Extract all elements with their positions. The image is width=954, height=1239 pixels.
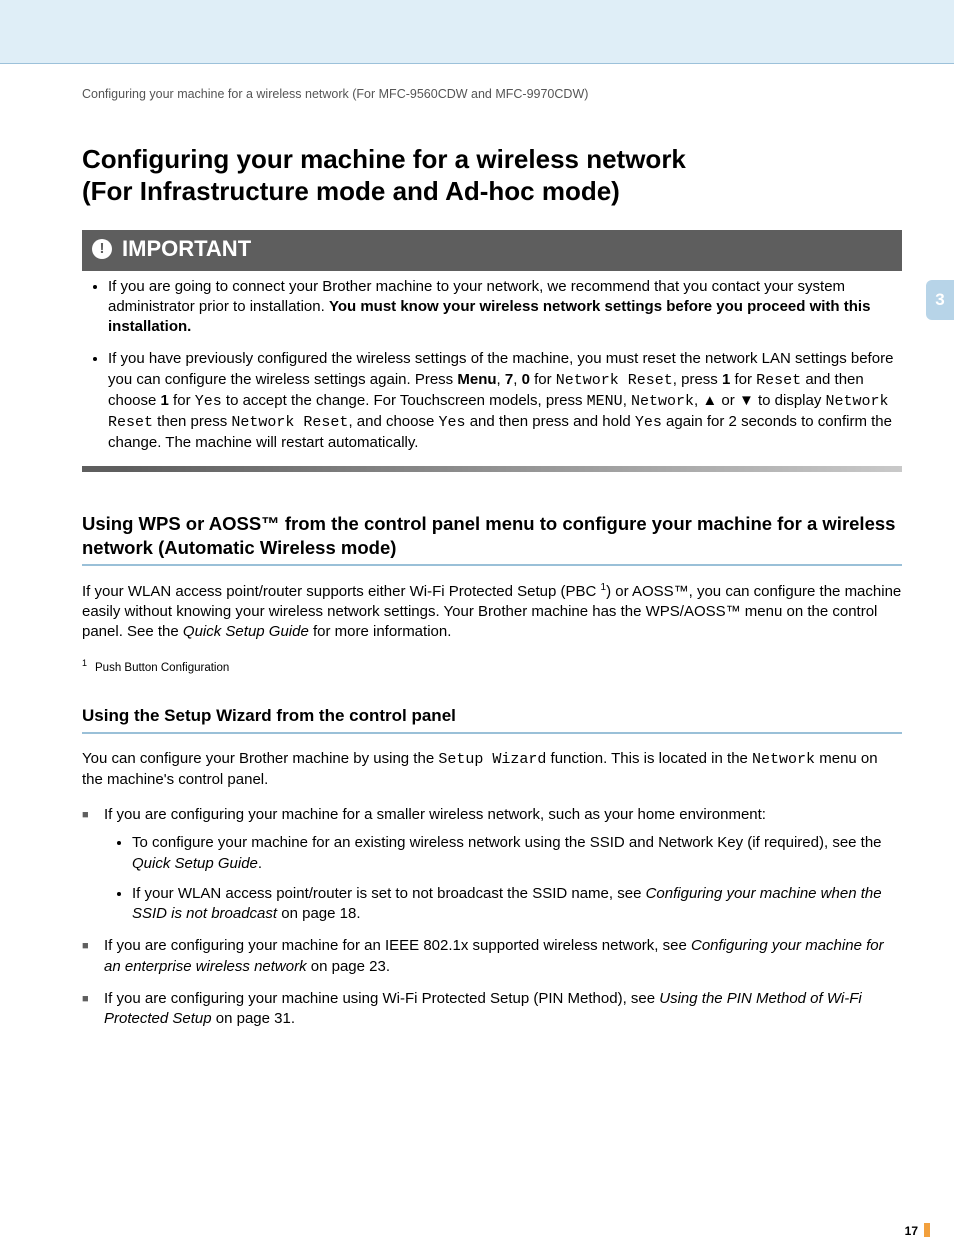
paragraph: If your WLAN access point/router support…: [82, 581, 902, 643]
up-arrow-icon: ▲: [702, 392, 717, 409]
alert-icon: !: [92, 239, 112, 259]
page-title: Configuring your machine for a wireless …: [82, 143, 902, 208]
important-label: IMPORTANT: [122, 234, 251, 264]
paragraph: You can configure your Brother machine b…: [82, 749, 902, 791]
breadcrumb: Configuring your machine for a wireless …: [82, 86, 902, 103]
important-list: If you are going to connect your Brother…: [82, 277, 902, 454]
heading-rule: [82, 732, 902, 734]
title-line-1: Configuring your machine for a wireless …: [82, 144, 686, 174]
page-number-accent: [924, 1223, 930, 1237]
section-heading-wps: Using WPS or AOSS™ from the control pane…: [82, 512, 902, 560]
list-item: To configure your machine for an existin…: [132, 833, 902, 874]
list-item: If you are configuring your machine for …: [100, 936, 902, 977]
square-list: If you are configuring your machine for …: [82, 805, 902, 1029]
list-item: If you have previously configured the wi…: [108, 349, 902, 453]
title-line-2: (For Infrastructure mode and Ad-hoc mode…: [82, 176, 620, 206]
page-number: 17: [905, 1223, 930, 1239]
down-arrow-icon: ▼: [739, 392, 754, 409]
list-item: If your WLAN access point/router is set …: [132, 884, 902, 925]
footnote: 1Push Button Configuration: [82, 657, 902, 676]
top-banner: [0, 0, 954, 64]
chapter-tab: 3: [926, 280, 954, 320]
list-item: If you are going to connect your Brother…: [108, 277, 902, 338]
inner-list: To configure your machine for an existin…: [104, 833, 902, 924]
list-item: If you are configuring your machine usin…: [100, 989, 902, 1030]
heading-rule: [82, 564, 902, 566]
important-banner: ! IMPORTANT: [82, 230, 902, 271]
section-heading-wizard: Using the Setup Wizard from the control …: [82, 705, 902, 728]
section-divider: [82, 466, 902, 472]
list-item: If you are configuring your machine for …: [100, 805, 902, 924]
